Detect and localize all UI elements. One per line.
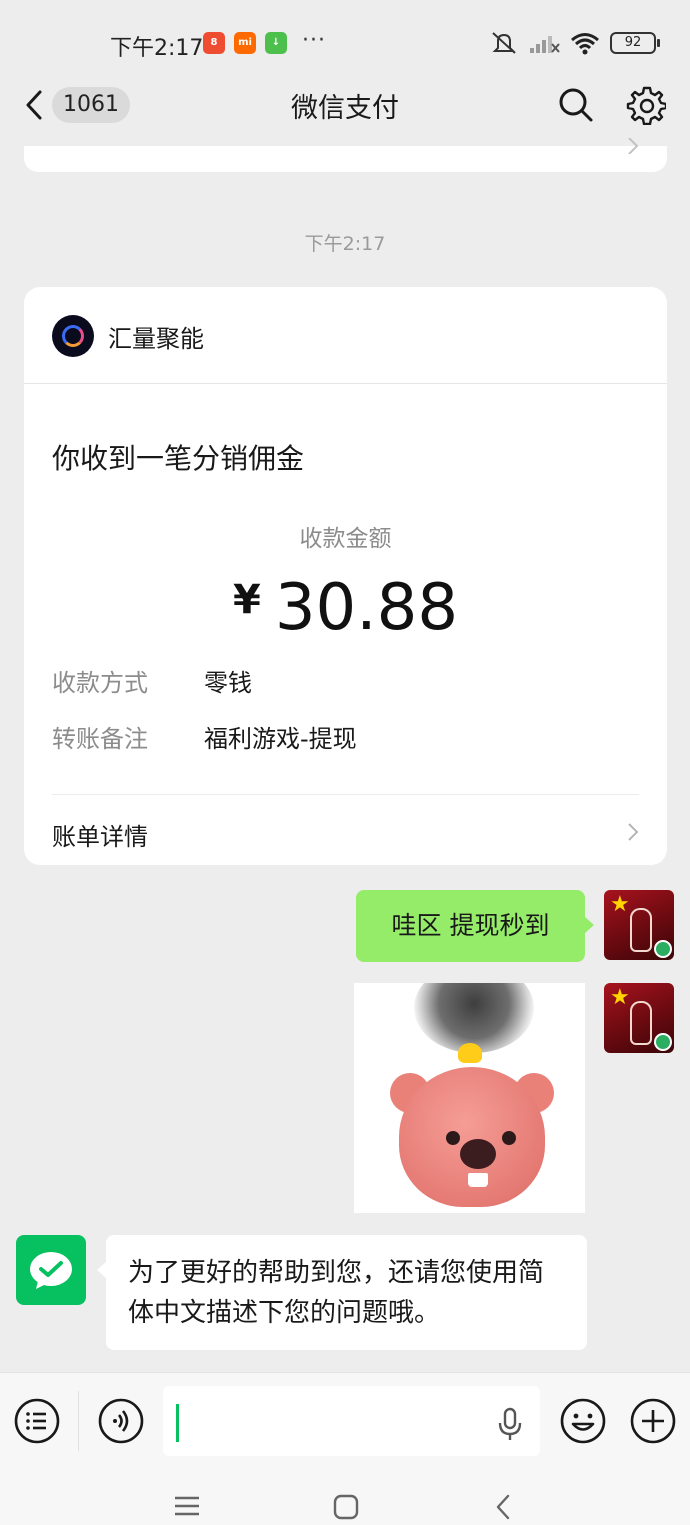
sticker-message[interactable]	[354, 983, 585, 1213]
sticker-eye	[502, 1131, 516, 1145]
status-indicators: 92	[490, 30, 660, 56]
sticker-smoke	[414, 983, 534, 1053]
payment-headline: 你收到一笔分销佣金	[52, 442, 305, 475]
star-icon: ★	[610, 892, 630, 917]
previous-payment-card[interactable]	[24, 138, 667, 172]
signal-icon	[530, 36, 560, 53]
star-icon: ★	[610, 985, 630, 1010]
battery-indicator: 92	[610, 32, 660, 54]
sticker-nose	[460, 1139, 496, 1169]
app-icon-mi: mi	[234, 32, 256, 54]
bill-details-label: 账单详情	[52, 823, 148, 851]
message-timestamp: 下午2:17	[304, 233, 386, 255]
recent-apps-icon[interactable]	[173, 1494, 201, 1518]
gear-icon[interactable]	[626, 85, 666, 125]
menu-list-icon[interactable]	[13, 1397, 61, 1445]
amount-value: 30.88	[274, 571, 459, 645]
system-back-icon[interactable]	[494, 1494, 512, 1520]
search-icon[interactable]	[557, 86, 595, 124]
message-input[interactable]	[163, 1386, 540, 1456]
back-icon[interactable]	[22, 88, 46, 122]
app-icon-download: ↓	[265, 32, 287, 54]
app-icon-1: 8	[203, 32, 225, 54]
detail-value-method: 零钱	[204, 669, 252, 697]
detail-value-note: 福利游戏-提现	[204, 725, 357, 753]
text-cursor	[176, 1404, 179, 1442]
emoji-icon[interactable]	[559, 1397, 607, 1445]
incoming-message-bubble[interactable]: 为了更好的帮助到您，还请您使用简体中文描述下您的问题哦。	[97, 1235, 587, 1350]
system-navigation-bar	[0, 1470, 690, 1525]
outgoing-message-bubble[interactable]: 哇区 提现秒到	[356, 890, 594, 962]
detail-key-method: 收款方式	[52, 669, 148, 697]
chevron-right-icon	[628, 138, 639, 154]
payment-notification-card[interactable]: 汇量聚能 你收到一笔分销佣金 收款金额 ¥30.88 收款方式 零钱 转账备注 …	[24, 287, 667, 865]
verified-check-icon	[654, 940, 672, 958]
merchant-name: 汇量聚能	[108, 325, 204, 353]
avatar[interactable]: ★	[604, 983, 674, 1053]
card-divider	[24, 383, 667, 384]
status-time: 下午2:17	[110, 36, 204, 61]
verified-check-icon	[654, 1033, 672, 1051]
chevron-right-icon	[628, 823, 639, 841]
payment-amount: ¥30.88	[24, 571, 667, 645]
home-icon[interactable]	[333, 1494, 359, 1520]
wechat-pay-avatar[interactable]	[16, 1235, 86, 1305]
chat-header: 1061 微信支付	[0, 80, 690, 130]
sticker-eye	[446, 1131, 460, 1145]
currency-symbol: ¥	[232, 577, 261, 623]
avatar-figure	[630, 908, 652, 952]
sticker-teeth	[468, 1173, 488, 1187]
merchant-logo	[52, 315, 94, 357]
detail-key-note: 转账备注	[52, 725, 148, 753]
microphone-icon[interactable]	[496, 1407, 524, 1441]
unread-count-badge[interactable]: 1061	[52, 87, 130, 123]
sticker-flame	[458, 1043, 482, 1063]
status-bar: 下午2:17 8 mi ↓ ··· 92	[0, 0, 690, 80]
mute-icon	[492, 32, 516, 54]
wifi-icon	[571, 33, 599, 55]
amount-label: 收款金额	[299, 526, 392, 552]
voice-input-icon[interactable]	[97, 1397, 145, 1445]
chat-input-bar	[0, 1372, 690, 1471]
more-notifications-icon: ···	[302, 28, 326, 53]
bill-details-link[interactable]: 账单详情	[24, 795, 667, 865]
input-separator	[78, 1391, 79, 1451]
avatar[interactable]: ★	[604, 890, 674, 960]
avatar-figure	[630, 1001, 652, 1045]
wechat-logo-icon	[30, 1252, 72, 1289]
plus-icon[interactable]	[629, 1397, 677, 1445]
